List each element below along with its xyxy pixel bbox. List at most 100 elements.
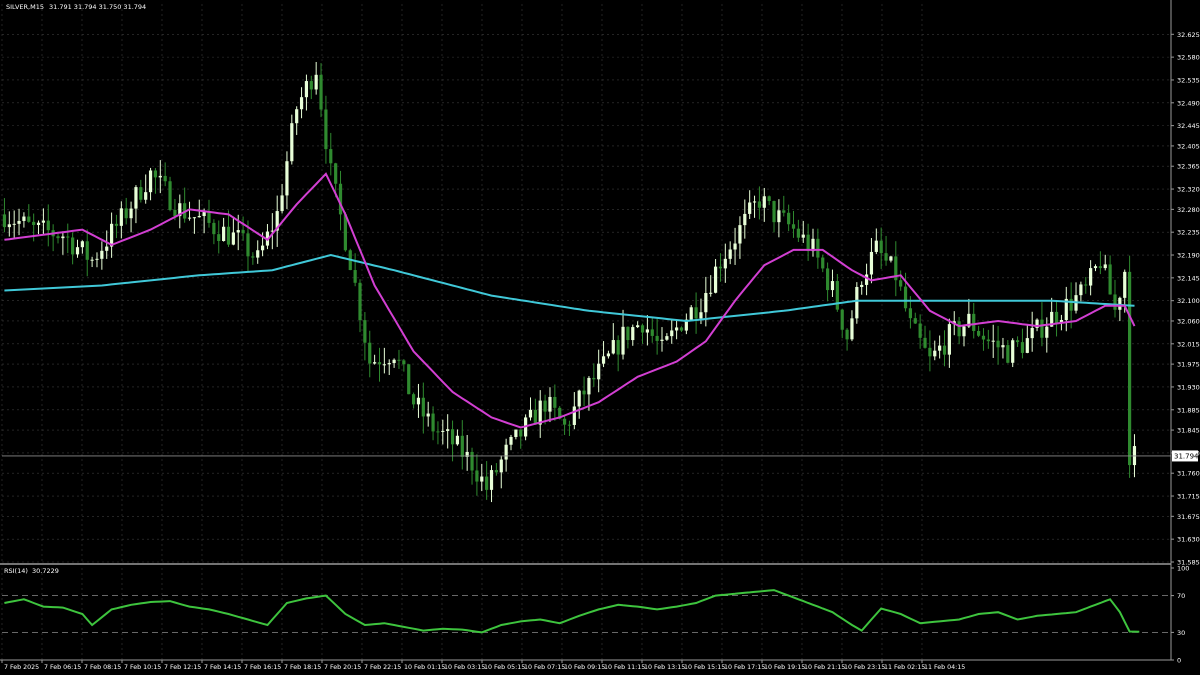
candle-body[interactable] xyxy=(748,202,752,214)
candle-body[interactable] xyxy=(582,390,586,395)
candle-body[interactable] xyxy=(66,236,70,238)
candle-body[interactable] xyxy=(791,224,796,229)
candle-body[interactable] xyxy=(860,284,864,287)
candle-body[interactable] xyxy=(601,356,606,364)
candle-body[interactable] xyxy=(1011,340,1015,363)
candle-body[interactable] xyxy=(392,359,396,364)
candle-body[interactable] xyxy=(1089,268,1093,286)
candle-body[interactable] xyxy=(489,470,494,490)
candle-body[interactable] xyxy=(879,240,883,254)
candle-body[interactable] xyxy=(1113,294,1117,310)
candle-body[interactable] xyxy=(460,435,464,457)
candle-body[interactable] xyxy=(148,170,153,193)
candle-body[interactable] xyxy=(704,293,708,313)
candle-body[interactable] xyxy=(1006,345,1010,363)
candle-body[interactable] xyxy=(830,281,835,291)
candle-body[interactable] xyxy=(621,326,625,355)
candle-body[interactable] xyxy=(246,233,250,257)
candle-body[interactable] xyxy=(441,430,445,432)
candle-body[interactable] xyxy=(889,256,893,261)
candle-body[interactable] xyxy=(562,418,567,425)
candle-body[interactable] xyxy=(767,196,771,202)
candle-body[interactable] xyxy=(343,214,347,251)
candle-body[interactable] xyxy=(806,234,810,252)
candle-body[interactable] xyxy=(299,97,304,110)
candle-body[interactable] xyxy=(821,257,825,269)
candle-body[interactable] xyxy=(36,222,41,225)
chart-canvas[interactable]: 32.625 32.580 32.535 32.490 32.445 32.405 32.3… xyxy=(0,0,1200,675)
candle-body[interactable] xyxy=(626,326,630,341)
candle-body[interactable] xyxy=(446,429,450,431)
candle-body[interactable] xyxy=(528,409,533,418)
candle-body[interactable] xyxy=(972,313,976,331)
candle-body[interactable] xyxy=(855,286,859,319)
candle-body[interactable] xyxy=(12,223,16,225)
candle-body[interactable] xyxy=(304,81,309,98)
candle-body[interactable] xyxy=(675,327,679,331)
candle-body[interactable] xyxy=(187,217,192,219)
candle-body[interactable] xyxy=(1079,284,1083,296)
candle-body[interactable] xyxy=(431,413,435,432)
candle-body[interactable] xyxy=(1030,327,1034,339)
candle-body[interactable] xyxy=(1015,340,1020,343)
candle-body[interactable] xyxy=(416,397,421,405)
candle-body[interactable] xyxy=(295,109,299,124)
candle-body[interactable] xyxy=(728,249,732,259)
candle-body[interactable] xyxy=(665,336,669,340)
candle-body[interactable] xyxy=(168,181,172,210)
candle-body[interactable] xyxy=(338,183,343,215)
candle-body[interactable] xyxy=(56,236,60,239)
candle-body[interactable] xyxy=(368,342,372,364)
candle-body[interactable] xyxy=(1093,266,1098,269)
candle-body[interactable] xyxy=(957,321,961,337)
candle-body[interactable] xyxy=(509,436,513,445)
candle-body[interactable] xyxy=(826,268,830,291)
candle-body[interactable] xyxy=(689,307,693,320)
candle-body[interactable] xyxy=(1040,319,1044,338)
candle-body[interactable] xyxy=(85,241,89,260)
candle-body[interactable] xyxy=(109,223,114,247)
candle-body[interactable] xyxy=(991,340,995,342)
candle-body[interactable] xyxy=(290,123,294,162)
candle-body[interactable] xyxy=(640,325,645,333)
candle-body[interactable] xyxy=(850,318,854,340)
candle-body[interactable] xyxy=(75,247,80,255)
candle-body[interactable] xyxy=(606,353,611,357)
candle-body[interactable] xyxy=(709,292,713,294)
candle-body[interactable] xyxy=(1054,311,1059,324)
candle-body[interactable] xyxy=(762,196,766,208)
candle-body[interactable] xyxy=(816,238,820,258)
candle-body[interactable] xyxy=(733,243,737,250)
candle-body[interactable] xyxy=(499,459,503,473)
candle-body[interactable] xyxy=(236,230,240,233)
candle-body[interactable] xyxy=(587,377,591,395)
candle-body[interactable] xyxy=(470,451,474,471)
candle-body[interactable] xyxy=(158,175,162,178)
candle-body[interactable] xyxy=(32,221,36,225)
candle-body[interactable] xyxy=(636,325,640,328)
candle-body[interactable] xyxy=(504,444,508,460)
candle-body[interactable] xyxy=(134,187,138,209)
candle-body[interactable] xyxy=(1108,264,1112,295)
candle-body[interactable] xyxy=(480,476,484,482)
candle-body[interactable] xyxy=(757,201,762,208)
candle-body[interactable] xyxy=(996,340,1000,348)
candle-body[interactable] xyxy=(436,431,440,433)
candle-body[interactable] xyxy=(631,327,635,341)
candle-body[interactable] xyxy=(884,253,888,261)
candle-body[interactable] xyxy=(2,214,7,228)
candle-body[interactable] xyxy=(845,329,849,340)
candle-body[interactable] xyxy=(655,335,659,341)
candle-body[interactable] xyxy=(280,195,284,212)
candle-body[interactable] xyxy=(1069,298,1073,311)
candle-body[interactable] xyxy=(928,347,932,357)
candle-body[interactable] xyxy=(7,224,11,228)
candle-body[interactable] xyxy=(363,320,367,343)
candle-body[interactable] xyxy=(139,187,143,200)
candle-body[interactable] xyxy=(538,400,542,425)
candle-body[interactable] xyxy=(577,390,581,407)
candle-body[interactable] xyxy=(421,397,425,417)
candle-body[interactable] xyxy=(645,329,649,333)
candle-body[interactable] xyxy=(17,220,21,224)
candle-body[interactable] xyxy=(226,226,231,245)
